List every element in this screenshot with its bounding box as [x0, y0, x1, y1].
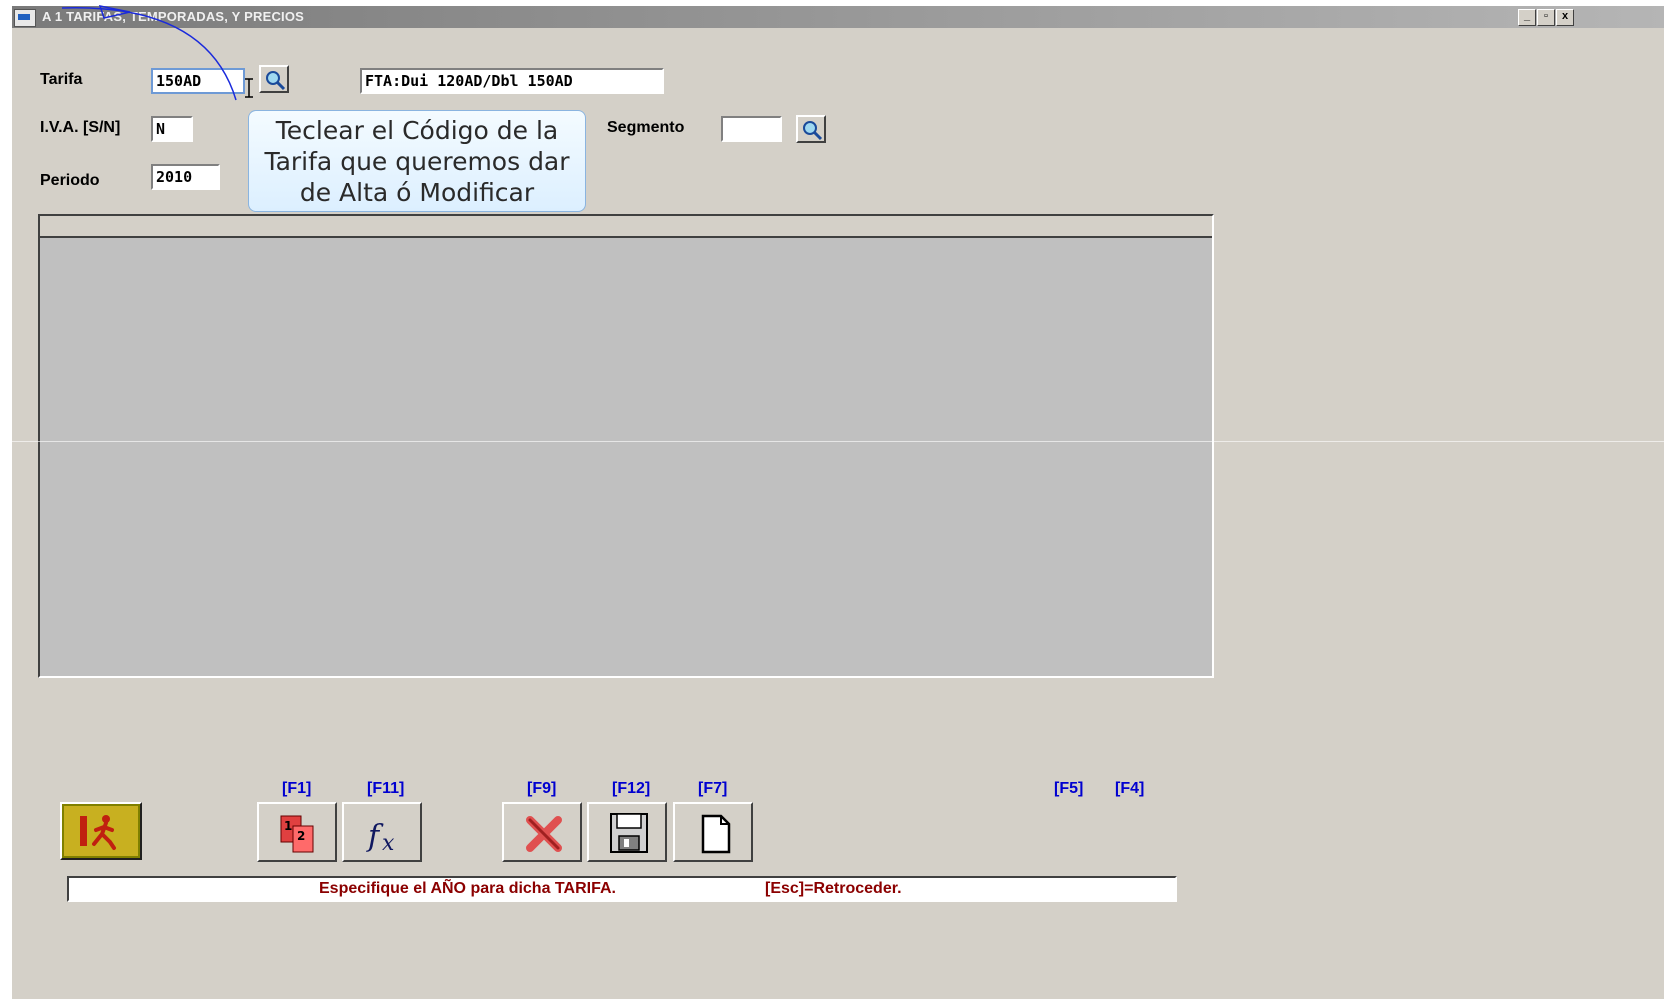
main-window: A 1 TARIFAS, TEMPORADAS, Y PRECIOS _ ▫ x…: [12, 6, 1664, 999]
f1-key-label: [F1]: [282, 780, 312, 797]
delete-x-icon: [526, 816, 562, 852]
segmento-search-button[interactable]: [796, 115, 826, 143]
f12-save-button[interactable]: [587, 802, 667, 862]
f4-key-label: [F4]: [1115, 780, 1145, 797]
new-document-icon: [701, 814, 731, 854]
minimize-button[interactable]: _: [1518, 9, 1536, 26]
function-fx-icon: f x: [366, 819, 395, 856]
f7-new-button[interactable]: [673, 802, 753, 862]
f12-key-label: [F12]: [612, 780, 651, 797]
periodo-label: Periodo: [40, 172, 100, 189]
svg-text:1: 1: [284, 819, 292, 833]
f9-delete-button[interactable]: [502, 802, 582, 862]
status-message: Especifique el AÑO para dicha TARIFA.: [319, 880, 616, 897]
grid-header: [40, 216, 1212, 238]
f1-pages-button[interactable]: 1 2: [257, 802, 337, 862]
prices-grid[interactable]: [38, 214, 1214, 678]
status-hint: [Esc]=Retroceder.: [765, 880, 902, 897]
magnifier-icon: [803, 121, 823, 141]
exit-runner-icon: [64, 806, 138, 856]
f11-function-button[interactable]: f x: [342, 802, 422, 862]
f9-key-label: [F9]: [527, 780, 557, 797]
iva-input[interactable]: N: [151, 116, 193, 142]
segmento-input[interactable]: [721, 116, 782, 142]
tooltip-line: Tarifa que queremos dar: [264, 147, 570, 176]
periodo-input[interactable]: 2010: [151, 164, 220, 190]
pages-1-2-icon: 1 2: [280, 815, 314, 853]
segmento-label: Segmento: [607, 119, 685, 136]
f5-key-label: [F5]: [1054, 780, 1084, 797]
help-tooltip: Teclear el Código de la Tarifa que quere…: [248, 110, 586, 212]
tooltip-line: Teclear el Código de la: [275, 116, 559, 145]
floppy-save-icon: [610, 813, 648, 853]
divider: [12, 441, 1664, 442]
f7-key-label: [F7]: [698, 780, 728, 797]
svg-text:2: 2: [297, 829, 305, 843]
status-bar: Especifique el AÑO para dicha TARIFA. [E…: [67, 876, 1177, 902]
exit-button[interactable]: [60, 802, 142, 860]
iva-label: I.V.A. [S/N]: [40, 119, 121, 136]
annotation-arrow-icon: [61, 5, 237, 101]
tarifa-description-field[interactable]: FTA:Dui 120AD/Dbl 150AD: [360, 68, 664, 94]
svg-text:x: x: [382, 831, 395, 856]
close-button[interactable]: x: [1556, 9, 1574, 26]
restore-button[interactable]: ▫: [1537, 9, 1555, 26]
tooltip-line: de Alta ó Modificar: [299, 178, 535, 207]
f11-key-label: [F11]: [367, 780, 405, 797]
